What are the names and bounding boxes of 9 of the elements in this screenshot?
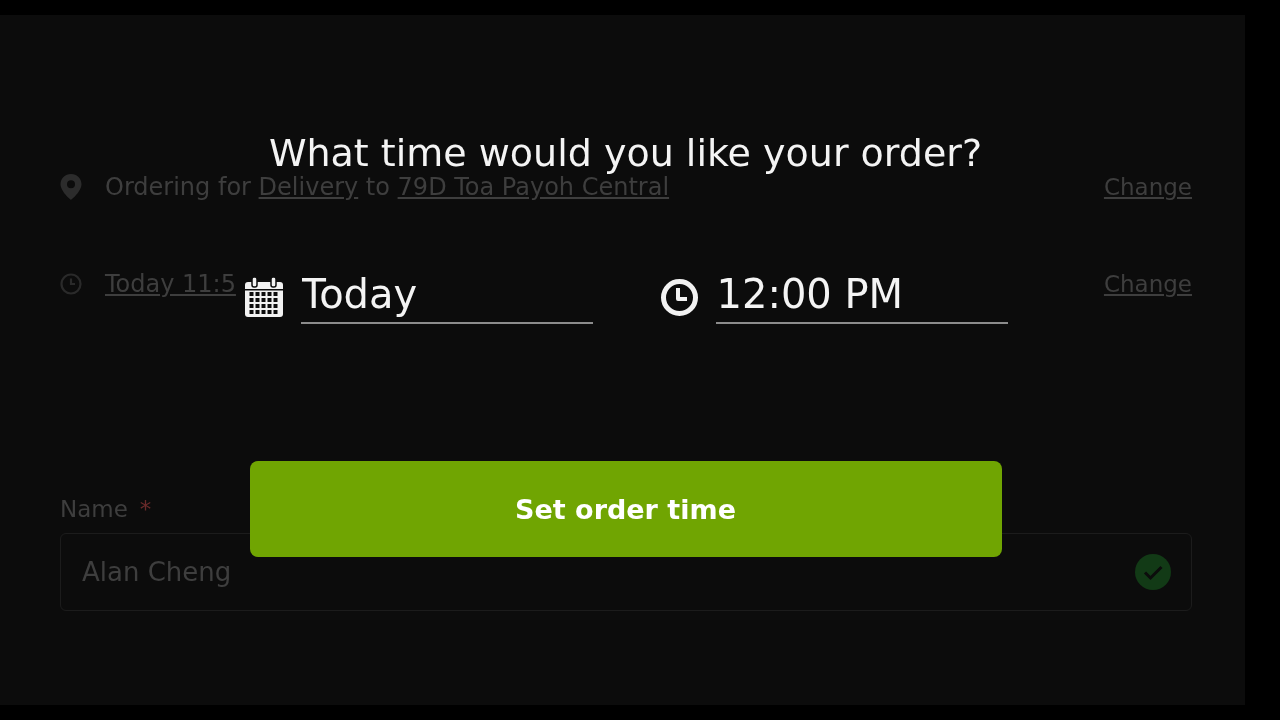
date-field[interactable]: Today	[300, 270, 593, 324]
calendar-icon	[243, 277, 284, 317]
map-pin-icon	[60, 174, 82, 200]
dialog-title: What time would you like your order?	[268, 130, 983, 177]
time-field[interactable]: 12:00 PM	[715, 270, 1008, 324]
clock-icon	[660, 278, 698, 316]
required-mark: *	[139, 496, 152, 522]
set-order-time-button[interactable]: Set order time	[249, 461, 1002, 557]
clock-icon	[60, 271, 82, 297]
